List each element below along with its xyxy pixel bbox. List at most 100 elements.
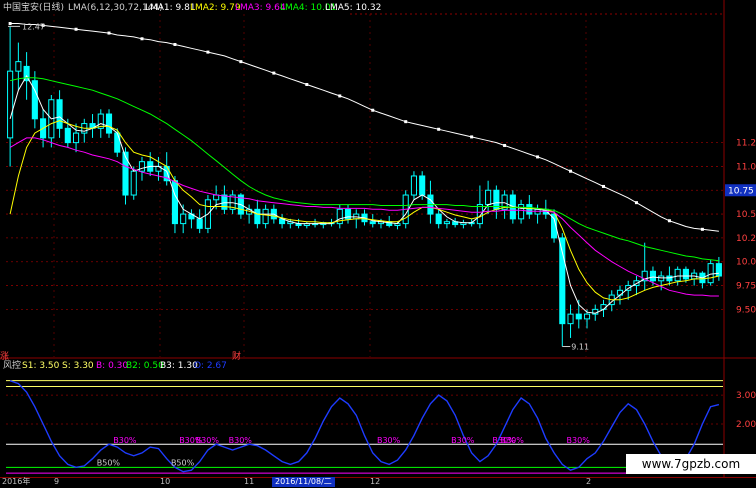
candle-body xyxy=(15,61,22,72)
date-tick-2: 2 xyxy=(586,477,592,486)
osc-marker-label: B30% xyxy=(113,436,137,445)
candle-body xyxy=(130,170,137,196)
current-price-label: 10.75 xyxy=(728,186,754,196)
lma5-marker xyxy=(206,50,210,54)
candle-body xyxy=(180,213,187,225)
price-tick-label: 10.50 xyxy=(736,210,756,220)
candle-body xyxy=(649,270,657,282)
candle-body xyxy=(171,180,179,225)
date-tick-9: 9 xyxy=(54,477,60,486)
lma5-marker xyxy=(700,227,704,231)
date-tick-year: 2016年 xyxy=(2,477,31,486)
price-tick-label: 11.25 xyxy=(736,139,756,149)
lma-line-lma4 xyxy=(9,77,719,262)
lma5-marker xyxy=(140,37,144,41)
candle-body xyxy=(567,313,574,325)
osc-marker-label: B50% xyxy=(171,458,195,467)
osc-marker-label: B30% xyxy=(451,436,475,445)
osc-b-label: B: 0.30 xyxy=(96,361,129,371)
rise-tag: 涨 xyxy=(0,352,10,362)
date-tick-12: 12 xyxy=(370,477,381,486)
candle-body xyxy=(518,204,525,220)
stock-name-label: 中国宝安(日线) xyxy=(3,3,65,13)
candle-body xyxy=(122,151,129,196)
price-tick-label: 9.75 xyxy=(736,282,756,292)
lma5-marker xyxy=(470,135,474,139)
osc-marker-label: B30% xyxy=(567,436,591,445)
osc-tick-label: 2.00 xyxy=(736,420,756,430)
candle-body xyxy=(410,175,418,196)
candle-body xyxy=(715,263,722,277)
candle-body xyxy=(369,221,376,225)
lma1-label: LMA1: 9.81 xyxy=(145,3,196,13)
candle-body xyxy=(526,204,533,215)
lma5-marker xyxy=(74,27,78,31)
stock-chart: 11.25 11.00 10.75 10.50 10.25 10.00 9.75 9.50 12… xyxy=(0,0,756,477)
lma5-marker xyxy=(437,127,441,131)
lma5-marker xyxy=(173,42,177,46)
date-tick-11: 11 xyxy=(244,477,255,486)
lma5-marker xyxy=(536,155,540,159)
candle-body xyxy=(64,127,71,144)
candle-body xyxy=(138,161,146,172)
candle-body xyxy=(674,268,681,282)
lma5-marker xyxy=(602,184,605,188)
price-tick-label: 9.50 xyxy=(736,305,756,315)
candle-body xyxy=(262,208,269,225)
lma5-marker xyxy=(371,108,375,112)
selected-date[interactable]: 2016/11/08/二 xyxy=(272,477,335,487)
candle-body xyxy=(682,268,689,280)
osc-b3-label: B3: 1.30 xyxy=(160,361,198,371)
osc-b2-label: B2: 0.50 xyxy=(126,361,164,371)
osc-marker-label: B30% xyxy=(377,436,401,445)
date-tick-10: 10 xyxy=(160,477,171,486)
lma5-marker xyxy=(667,219,671,223)
candle-body xyxy=(72,132,80,144)
candle-body xyxy=(254,208,261,225)
osc-marker-label: B50% xyxy=(97,458,121,467)
lma5-label: LMA5: 10.32 xyxy=(325,3,382,13)
candle-body xyxy=(213,194,220,201)
osc-s1-label: S1: 3.50 xyxy=(22,361,60,371)
price-tick-label: 10.00 xyxy=(736,258,756,268)
osc-marker-label: B30% xyxy=(196,436,220,445)
osc-marker-label: B30% xyxy=(501,436,525,445)
price-tick-label: 10.25 xyxy=(736,234,756,244)
osc-s-label: S: 3.30 xyxy=(62,361,94,371)
finance-tag: 财 xyxy=(232,352,242,362)
osc-tick-label: 3.00 xyxy=(736,391,756,401)
lma5-marker xyxy=(569,169,573,173)
candle-body xyxy=(616,289,624,296)
candle-body xyxy=(105,113,113,134)
lma5-marker xyxy=(338,94,342,98)
candle-body xyxy=(583,313,591,320)
lma5-marker xyxy=(239,60,243,64)
lma2-label: LMA2: 9.79 xyxy=(190,3,241,13)
candle-body xyxy=(443,221,450,225)
watermark: www.7gpzb.com xyxy=(626,454,756,474)
candle-body xyxy=(435,213,442,225)
osc-name-label: 风控 xyxy=(3,361,22,371)
candle-body xyxy=(7,70,14,139)
candle-body xyxy=(534,208,541,215)
candle-body xyxy=(419,175,426,196)
candle-body xyxy=(485,189,492,206)
lma-line-lma1 xyxy=(9,74,719,314)
lma3-label: LMA3: 9.64 xyxy=(235,3,286,13)
osc-o-label: O: 2.67 xyxy=(194,361,227,371)
lma-line-lma5 xyxy=(10,23,719,232)
candle-body xyxy=(600,304,607,310)
lma5-marker xyxy=(107,31,111,35)
candle-body xyxy=(707,263,714,284)
lma5-marker xyxy=(503,143,507,147)
candle-body xyxy=(56,99,63,129)
price-tick-label: 11.00 xyxy=(736,162,756,172)
candle-body xyxy=(575,313,582,320)
candle-body xyxy=(196,218,203,229)
lma5-marker xyxy=(272,71,276,75)
lma5-marker xyxy=(8,22,12,26)
lma5-marker xyxy=(634,201,638,205)
high-price-label: 12.47 xyxy=(22,22,45,31)
lma5-marker xyxy=(305,83,309,87)
lma5-marker xyxy=(404,120,408,124)
